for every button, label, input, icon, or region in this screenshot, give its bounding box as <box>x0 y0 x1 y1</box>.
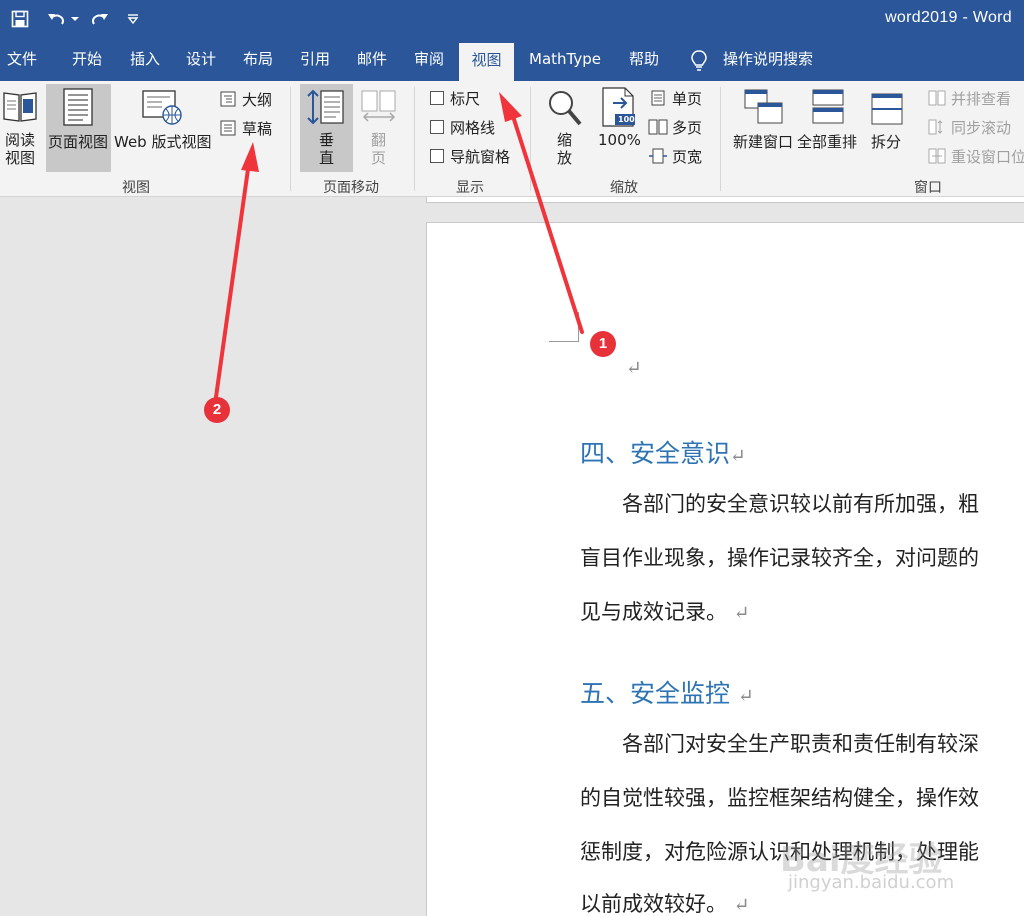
sync-scroll-icon <box>928 119 946 139</box>
zoom-group-label: 缩放 <box>610 180 638 196</box>
heading-section-5[interactable]: 五、安全监控 ↵ <box>580 674 754 710</box>
undo-icon[interactable] <box>42 0 72 38</box>
heading-section-4[interactable]: 四、安全意识↵ <box>580 434 746 470</box>
paragraph-line[interactable]: 以前成效较好。 ↵ <box>580 888 750 916</box>
title-bar: word2019 - Word <box>0 0 1024 38</box>
tab-help[interactable]: 帮助 <box>620 38 668 81</box>
paragraph-line[interactable]: 盲目作业现象，操作记录较齐全，对问题的 <box>580 542 979 572</box>
paragraph-mark: ↵ <box>626 357 642 379</box>
read-mode-button[interactable]: 阅读 视图 <box>5 131 35 167</box>
zoom-100-button[interactable]: 100% <box>598 131 641 149</box>
tell-me-search[interactable]: 操作说明搜索 <box>718 38 818 81</box>
watermark-url: jingyan.baidu.com <box>788 872 955 893</box>
draft-button[interactable]: 草稿 <box>242 118 272 139</box>
navigation-pane-label: 导航窗格 <box>450 148 511 166</box>
group-separator <box>414 87 415 191</box>
ribbon-panel: 阅读 视图 页面视图 Web 版式视图 大纲 草稿 视图 垂直 翻页 页面移动 标… <box>0 81 1024 197</box>
margin-corner-mark <box>549 341 579 342</box>
zoom-magnifier-icon <box>547 89 583 131</box>
customize-qat-icon[interactable] <box>124 0 142 38</box>
side-by-side-icon <box>928 90 946 110</box>
print-layout-icon <box>63 88 93 130</box>
undo-dropdown-icon[interactable] <box>70 0 80 38</box>
outline-icon <box>220 91 236 111</box>
zoom-button[interactable]: 缩放 <box>557 131 572 167</box>
gridlines-label: 网格线 <box>450 119 496 137</box>
tab-design[interactable]: 设计 <box>176 38 226 81</box>
tab-insert[interactable]: 插入 <box>120 38 170 81</box>
gridlines-checkbox[interactable] <box>430 120 444 134</box>
side-to-side-icon <box>361 89 397 129</box>
window-group-label: 窗口 <box>914 180 942 196</box>
group-separator <box>290 87 291 191</box>
vertical-scroll-icon <box>306 89 346 129</box>
margin-corner-mark <box>578 312 579 342</box>
save-icon[interactable] <box>6 0 34 38</box>
group-separator <box>720 87 721 191</box>
redo-icon[interactable] <box>86 0 112 38</box>
tab-review[interactable]: 审阅 <box>404 38 454 81</box>
page-width-icon <box>648 148 668 168</box>
tab-references[interactable]: 引用 <box>290 38 340 81</box>
views-group-label: 视图 <box>122 180 150 196</box>
reset-window-position-icon <box>928 148 946 168</box>
sync-scroll-button[interactable]: 同步滚动 <box>951 117 1011 138</box>
side-by-side-button[interactable]: 并排查看 <box>951 88 1011 109</box>
tab-mailings[interactable]: 邮件 <box>347 38 397 81</box>
ribbon-tabs: 文件 开始 插入 设计 布局 引用 邮件 审阅 视图 MathType 帮助 操… <box>0 38 1024 81</box>
vertical-button[interactable]: 垂直 <box>319 131 334 167</box>
split-icon <box>871 93 903 129</box>
side-to-side-button[interactable]: 翻页 <box>371 131 386 167</box>
window-title: word2019 - Word <box>885 9 1012 26</box>
arrange-all-button[interactable]: 全部重排 <box>797 131 857 152</box>
zoom-100-icon <box>601 87 637 131</box>
draft-icon <box>220 120 236 140</box>
one-page-icon <box>650 90 666 110</box>
tab-home[interactable]: 开始 <box>62 38 112 81</box>
paragraph-line[interactable]: 见与成效记录。 ↵ <box>580 596 750 626</box>
annotation-badge-2: 2 <box>204 397 230 423</box>
web-layout-icon <box>142 90 184 130</box>
group-separator <box>530 87 531 191</box>
new-window-button[interactable]: 新建窗口 <box>733 131 793 152</box>
tab-mathtype[interactable]: MathType <box>524 38 606 81</box>
one-page-button[interactable]: 单页 <box>672 88 702 109</box>
navigation-pane-checkbox[interactable] <box>430 149 444 163</box>
lightbulb-icon <box>690 50 708 72</box>
paragraph-line[interactable]: 各部门对安全生产职责和责任制有较深 <box>580 728 979 758</box>
reset-window-position-button[interactable]: 重设窗口位 <box>951 146 1024 167</box>
print-layout-button[interactable]: 页面视图 <box>48 131 108 152</box>
paragraph-line[interactable]: 的自觉性较强，监控框架结构健全，操作效 <box>580 782 979 812</box>
zoom-100-badge: 100 <box>618 115 635 124</box>
multiple-pages-icon <box>648 119 668 139</box>
annotation-badge-1: 1 <box>590 331 616 357</box>
outline-button[interactable]: 大纲 <box>242 89 272 110</box>
read-mode-icon <box>2 89 38 127</box>
new-window-icon <box>744 89 784 129</box>
tab-view[interactable]: 视图 <box>459 43 514 81</box>
show-group-label: 显示 <box>456 180 484 196</box>
page-width-button[interactable]: 页宽 <box>672 146 702 167</box>
arrange-all-icon <box>812 89 844 129</box>
paragraph-line[interactable]: 各部门的安全意识较以前有所加强，粗 <box>580 488 979 518</box>
ruler-label: 标尺 <box>450 90 481 108</box>
tab-layout[interactable]: 布局 <box>233 38 283 81</box>
previous-page-edge <box>426 197 1024 203</box>
multiple-pages-button[interactable]: 多页 <box>672 117 702 138</box>
web-layout-button[interactable]: Web 版式视图 <box>114 131 211 152</box>
ruler-checkbox[interactable] <box>430 91 444 105</box>
split-button[interactable]: 拆分 <box>871 131 901 152</box>
page-movement-group-label: 页面移动 <box>323 180 379 196</box>
tab-file[interactable]: 文件 <box>0 38 44 81</box>
